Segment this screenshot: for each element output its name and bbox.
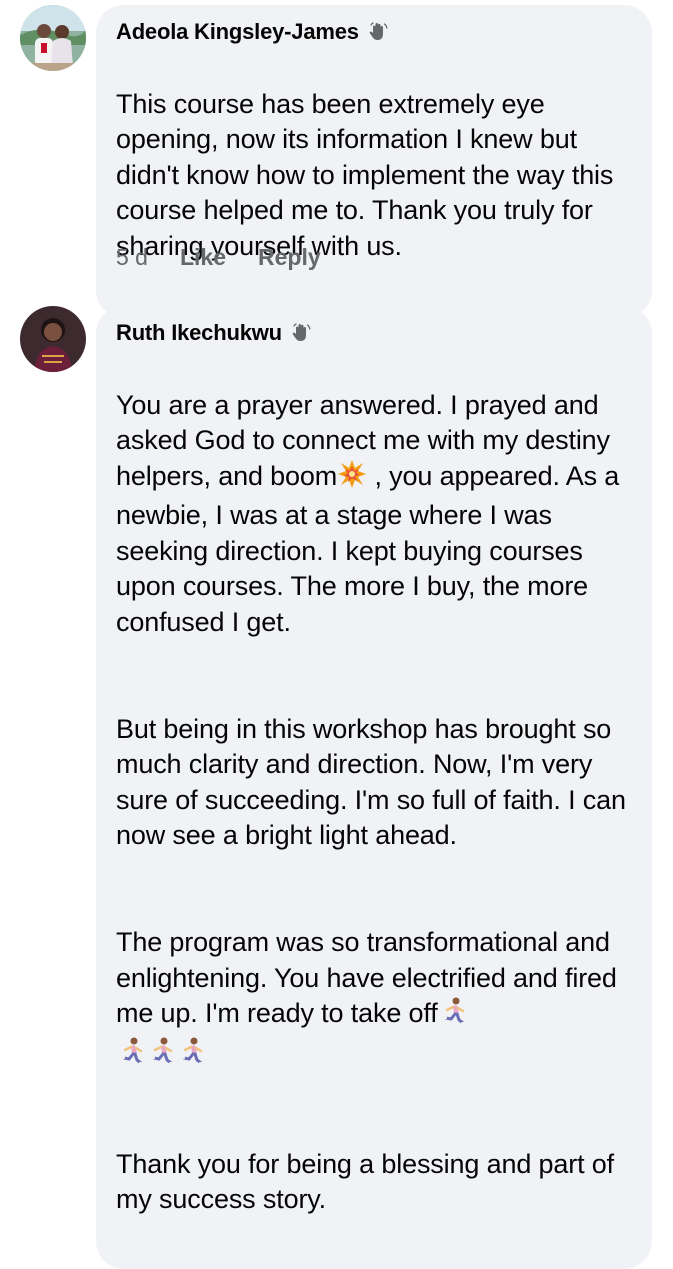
author-row: Adeola Kingsley-James — [116, 17, 632, 47]
comment-bubble: Ruth Ikechukwu You are a prayer answered… — [96, 306, 652, 1269]
like-button[interactable]: Like — [180, 244, 226, 271]
comment-text-segment: The program was so transformational and … — [116, 927, 617, 1028]
wave-hand-icon — [367, 21, 389, 43]
comment-paragraph: But being in this workshop has brought s… — [116, 713, 626, 851]
collision-emoji — [337, 459, 367, 499]
wave-hand-icon — [290, 322, 312, 344]
comment-paragraph: This course has been extremely eye openi… — [116, 88, 614, 261]
comment-paragraph: The program was so transformational and … — [116, 925, 632, 1075]
comment-timestamp[interactable]: 5 d — [116, 244, 148, 271]
avatar-photo-icon — [20, 306, 86, 372]
author-row: Ruth Ikechukwu — [116, 318, 632, 348]
woman-running-emoji — [438, 996, 468, 1036]
comment-paragraph: You are a prayer answered. I prayed and … — [116, 388, 632, 641]
woman-running-emoji — [176, 1036, 206, 1076]
avatar-photo-icon — [20, 5, 86, 71]
author-name[interactable]: Ruth Ikechukwu — [116, 320, 282, 346]
comment-text: You are a prayer answered. I prayed and … — [116, 352, 632, 1253]
author-name[interactable]: Adeola Kingsley-James — [116, 19, 359, 45]
woman-running-emoji — [146, 1036, 176, 1076]
reply-button[interactable]: Reply — [258, 244, 321, 271]
woman-running-emoji — [116, 1036, 146, 1076]
running-emoji-row — [116, 1036, 206, 1076]
avatar[interactable] — [20, 5, 86, 71]
avatar[interactable] — [20, 306, 86, 372]
comment-paragraph: Thank you for being a blessing and part … — [116, 1148, 615, 1215]
comment-actions: 5 d Like Reply — [116, 244, 353, 271]
